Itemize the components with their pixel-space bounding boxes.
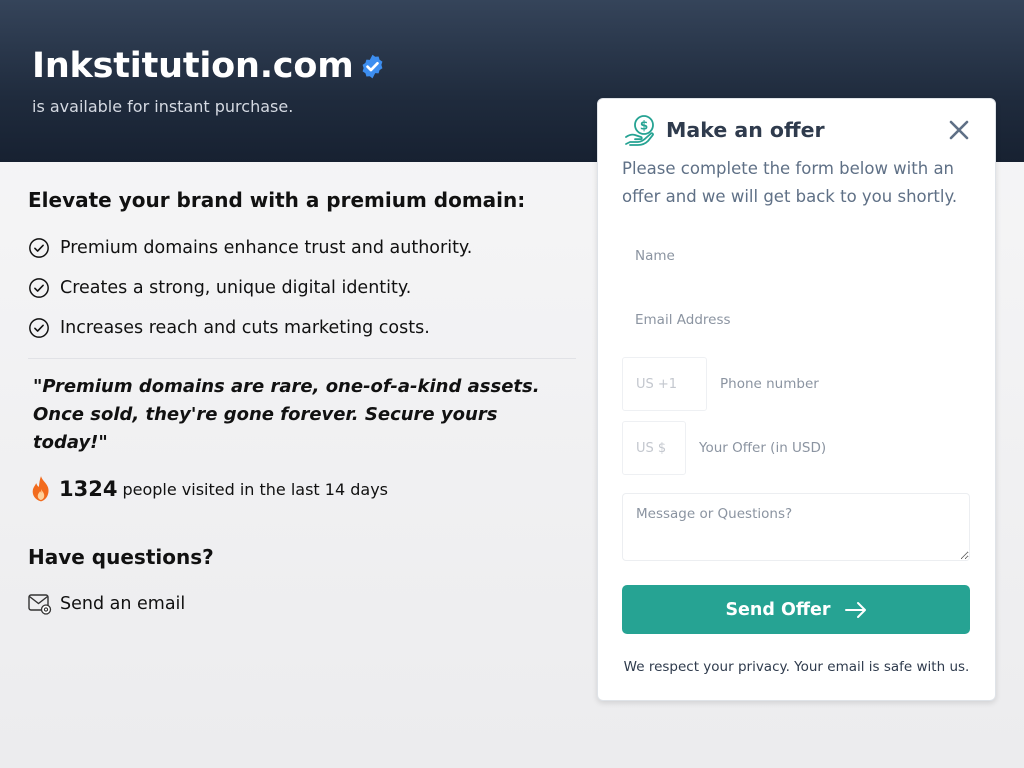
domain-title: Inkstitution.com: [32, 46, 386, 86]
benefit-item: Increases reach and cuts marketing costs…: [28, 308, 576, 348]
benefit-text: Premium domains enhance trust and author…: [60, 238, 473, 258]
benefit-list: Premium domains enhance trust and author…: [28, 228, 576, 348]
mail-icon: [28, 594, 52, 615]
money-hand-icon: $: [625, 115, 654, 146]
section-divider: [28, 358, 576, 359]
offer-form-header: $ Make an offer: [624, 113, 825, 147]
verified-badge-icon: [363, 54, 383, 78]
domain-pitch-section: Elevate your brand with a premium domain…: [28, 188, 576, 615]
availability-subtitle: is available for instant purchase.: [32, 97, 294, 116]
offer-form-description: Please complete the form below with an o…: [622, 159, 958, 206]
benefit-text: Increases reach and cuts marketing costs…: [60, 318, 430, 338]
check-circle-icon: [29, 278, 49, 298]
fire-icon: [32, 476, 49, 502]
visit-counter: 1324 people visited in the last 14 days: [28, 475, 576, 503]
visit-count: 1324: [59, 477, 118, 501]
pitch-heading: Elevate your brand with a premium domain…: [28, 188, 526, 212]
arrow-right-icon: [844, 601, 866, 618]
currency-prefix: US $: [622, 421, 686, 475]
send-email-link[interactable]: Send an email: [28, 593, 576, 615]
send-offer-label: Send Offer: [725, 599, 831, 620]
privacy-note: We respect your privacy. Your email is s…: [623, 659, 970, 675]
domain-name: Inkstitution.com: [32, 46, 354, 86]
email-field[interactable]: [622, 293, 970, 347]
check-circle-icon: [29, 318, 49, 338]
benefit-item: Creates a strong, unique digital identit…: [28, 268, 576, 308]
phone-field[interactable]: [707, 357, 970, 411]
scarcity-quote: "Premium domains are rare, one-of-a-kind…: [33, 376, 540, 453]
check-circle-icon: [29, 238, 49, 258]
name-field[interactable]: [622, 229, 970, 283]
send-email-label[interactable]: Send an email: [60, 594, 185, 614]
phone-country-prefix[interactable]: US +1: [622, 357, 707, 411]
message-field[interactable]: [622, 493, 970, 561]
close-icon[interactable]: [947, 118, 971, 142]
benefit-item: Premium domains enhance trust and author…: [28, 228, 576, 268]
offer-form-card: $ Make an offer Please complete the form…: [597, 98, 996, 701]
offer-amount-field[interactable]: [686, 421, 970, 475]
questions-heading: Have questions?: [28, 545, 214, 569]
offer-form-title: Make an offer: [666, 118, 825, 142]
send-offer-button[interactable]: Send Offer: [622, 585, 970, 634]
visit-text: people visited in the last 14 days: [122, 479, 388, 499]
benefit-text: Creates a strong, unique digital identit…: [60, 278, 412, 298]
svg-text:$: $: [640, 119, 648, 133]
